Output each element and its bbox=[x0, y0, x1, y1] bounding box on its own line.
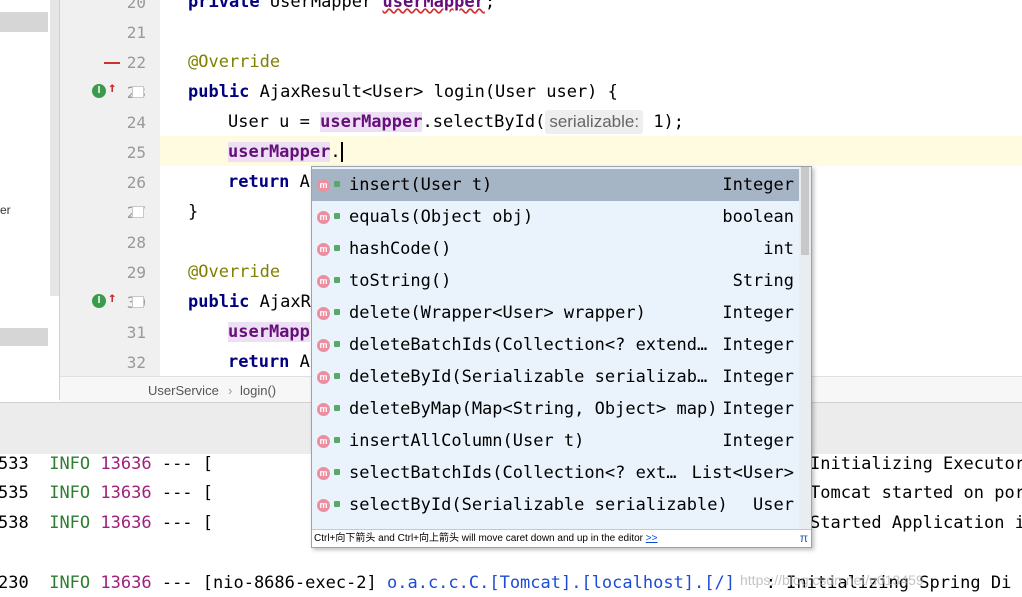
text-caret bbox=[340, 142, 343, 162]
method-icon: m bbox=[317, 339, 330, 352]
method-icon: m bbox=[317, 179, 330, 192]
console-message: Tomcat started on port bbox=[810, 483, 1022, 503]
console-line: 538 INFO 13636 --- [ bbox=[0, 513, 214, 533]
code-line-26: return A bbox=[228, 172, 310, 192]
completion-footer-link[interactable]: >> bbox=[646, 533, 658, 544]
editor-gutter: 20 21 22 23 24 25 26 27 28 29 30 31 32 I… bbox=[60, 0, 160, 376]
public-icon bbox=[334, 181, 340, 187]
console-line: 535 INFO 13636 --- [ bbox=[0, 483, 214, 503]
code-line-30: public AjaxR bbox=[188, 292, 311, 312]
line-number: 20 bbox=[126, 0, 146, 12]
project-item-fragment[interactable]: er bbox=[0, 203, 11, 217]
line-number: 24 bbox=[126, 113, 146, 132]
code-line-23: public AjaxResult<User> login(User user)… bbox=[188, 82, 618, 102]
breadcrumb-method[interactable]: login() bbox=[240, 383, 276, 398]
fold-icon[interactable] bbox=[132, 86, 144, 98]
code-completion-popup[interactable]: m insert(User t) Integer m equals(Object ob… bbox=[311, 166, 812, 548]
completion-scrollbar[interactable] bbox=[799, 167, 811, 529]
method-icon: m bbox=[317, 435, 330, 448]
method-icon: m bbox=[317, 467, 330, 480]
completion-item[interactable]: m delete(Wrapper<User> wrapper) Integer bbox=[312, 297, 800, 329]
line-number: 32 bbox=[126, 353, 146, 372]
console-message: Started Application in bbox=[810, 513, 1022, 533]
public-icon bbox=[334, 405, 340, 411]
method-icon: m bbox=[317, 275, 330, 288]
completion-item[interactable]: m toString() String bbox=[312, 265, 800, 297]
project-selected-row-2[interactable] bbox=[0, 328, 48, 346]
method-icon: m bbox=[317, 371, 330, 384]
fold-icon[interactable] bbox=[132, 296, 144, 308]
code-line-20: private UserMapper userMapper; bbox=[188, 0, 496, 12]
public-icon bbox=[334, 437, 340, 443]
line-number: 31 bbox=[126, 323, 146, 342]
override-arrow-icon[interactable]: ↑ bbox=[108, 80, 116, 96]
public-icon bbox=[334, 245, 340, 251]
completion-item[interactable]: m selectById(Serializable serializable) Us… bbox=[312, 489, 800, 521]
line-number: 25 bbox=[126, 143, 146, 162]
console-line: 533 INFO 13636 --- [ bbox=[0, 454, 214, 474]
public-icon bbox=[334, 309, 340, 315]
watermark: https://blog.csdn.net/u013459 bbox=[740, 572, 924, 588]
completion-item[interactable]: m deleteById(Serializable serializab… Inte… bbox=[312, 361, 800, 393]
breadcrumb-class[interactable]: UserService bbox=[148, 383, 219, 398]
pi-icon[interactable]: π bbox=[800, 530, 808, 547]
code-line-24: User u = userMapper.selectById(serializa… bbox=[228, 110, 685, 134]
console-message: Initializing Executors bbox=[810, 454, 1022, 474]
public-icon bbox=[334, 469, 340, 475]
method-icon: m bbox=[317, 211, 330, 224]
parameter-hint: serializable: bbox=[545, 110, 644, 134]
method-icon: m bbox=[317, 403, 330, 416]
code-line-25: userMapper. bbox=[228, 142, 343, 162]
completion-item[interactable]: m insertAllColumn(User t) Integer bbox=[312, 425, 800, 457]
code-line-29: @Override bbox=[188, 262, 281, 282]
completion-item[interactable]: m selectBatchIds(Collection<? ext… List<Us… bbox=[312, 457, 800, 489]
line-number: 26 bbox=[126, 173, 146, 192]
public-icon bbox=[334, 501, 340, 507]
completion-item[interactable]: m deleteBatchIds(Collection<? extend… Inte… bbox=[312, 329, 800, 361]
code-line-27: } bbox=[188, 202, 199, 222]
public-icon bbox=[334, 213, 340, 219]
project-panel: er bbox=[0, 0, 60, 400]
line-number: 29 bbox=[126, 263, 146, 282]
breadcrumb-separator: › bbox=[228, 383, 233, 398]
override-arrow-icon[interactable]: ↑ bbox=[108, 290, 116, 306]
completion-scroll-thumb[interactable] bbox=[801, 167, 809, 255]
completion-item[interactable]: m equals(Object obj) boolean bbox=[312, 201, 800, 233]
completion-footer: Ctrl+向下箭头 and Ctrl+向上箭头 will move caret … bbox=[312, 529, 811, 547]
completion-item[interactable]: m insert(User t) Integer bbox=[312, 169, 800, 201]
project-selected-row[interactable] bbox=[0, 12, 48, 32]
line-number: 28 bbox=[126, 233, 146, 252]
code-line-31: userMapp bbox=[228, 322, 310, 342]
completion-item[interactable]: m hashCode() int bbox=[312, 233, 800, 265]
code-line-32: return A bbox=[228, 352, 310, 372]
public-icon bbox=[334, 277, 340, 283]
method-icon: m bbox=[317, 499, 330, 512]
method-icon: m bbox=[317, 307, 330, 320]
line-number: 22 bbox=[126, 53, 146, 72]
project-scrollbar[interactable] bbox=[50, 0, 59, 296]
completion-item[interactable]: m deleteByMap(Map<String, Object> map) Int… bbox=[312, 393, 800, 425]
fold-icon[interactable] bbox=[132, 206, 144, 218]
console-logger-link[interactable]: o.a.c.c.C.[Tomcat].[localhost].[/] bbox=[387, 573, 735, 593]
implements-icon[interactable]: I bbox=[92, 294, 106, 308]
code-line-22: @Override bbox=[188, 52, 281, 72]
public-icon bbox=[334, 341, 340, 347]
implements-icon[interactable]: I bbox=[92, 84, 106, 98]
line-number: 21 bbox=[126, 23, 146, 42]
method-icon: m bbox=[317, 243, 330, 256]
public-icon bbox=[334, 373, 340, 379]
completion-footer-text: Ctrl+向下箭头 and Ctrl+向上箭头 will move caret … bbox=[314, 533, 644, 544]
